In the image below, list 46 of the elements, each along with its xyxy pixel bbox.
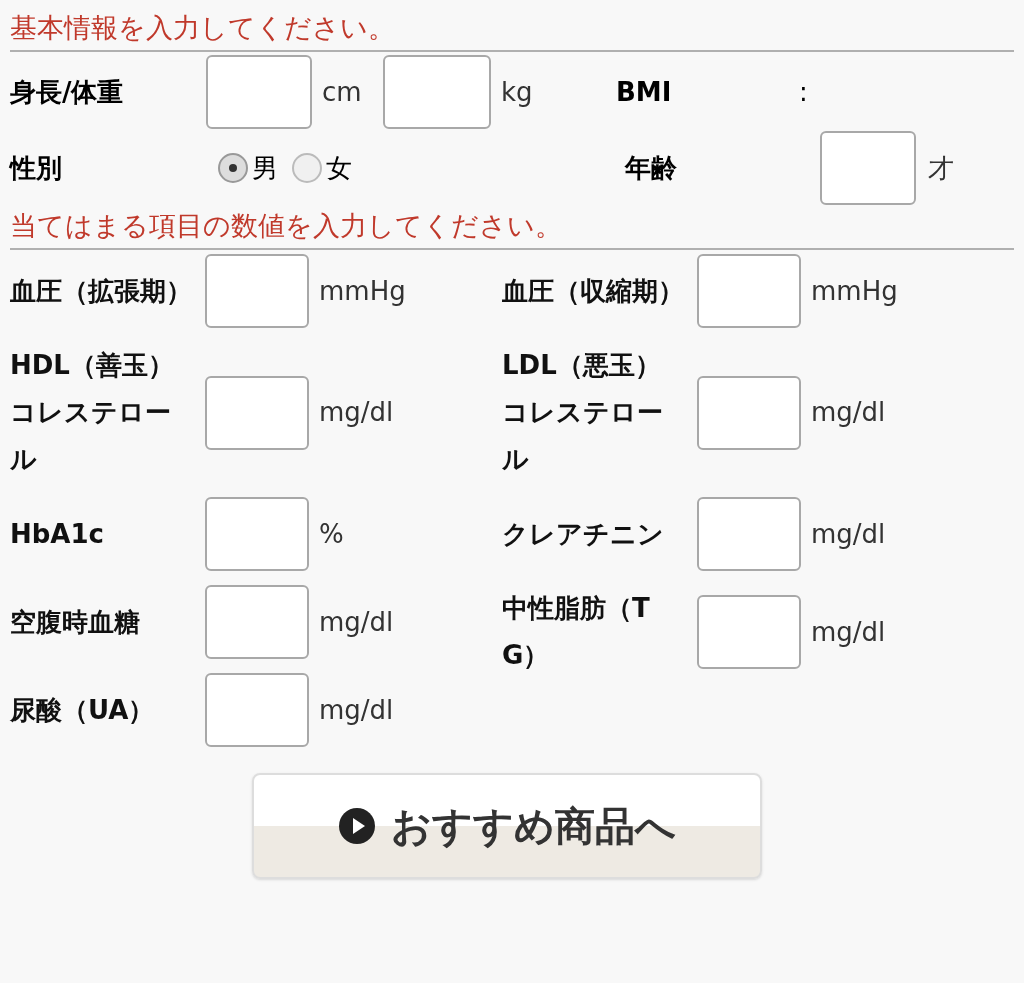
- unit-label: 才: [928, 151, 954, 185]
- input-field[interactable]: [206, 55, 312, 129]
- unit-label: mg/dl: [811, 615, 886, 649]
- field-label: 空腹時血糖: [10, 605, 141, 639]
- unit-label: mg/dl: [319, 396, 394, 429]
- field-label: 年齢: [625, 151, 678, 185]
- field-label: 血圧（拡張期）: [10, 274, 193, 308]
- field-label: LDL（悪玉）コレステロール: [502, 349, 664, 476]
- input-field[interactable]: [697, 497, 801, 571]
- unit-label: kg: [501, 75, 534, 109]
- input-field[interactable]: [205, 585, 309, 659]
- field-label: BMI: [616, 75, 673, 109]
- field-label: 性別: [10, 151, 63, 185]
- unit-label: %: [319, 517, 344, 551]
- unit-label: mmHg: [811, 274, 898, 308]
- field-label: 血圧（収縮期）: [502, 274, 685, 308]
- input-field[interactable]: [697, 254, 801, 328]
- input-field[interactable]: [205, 254, 309, 328]
- radio-button[interactable]: [292, 153, 322, 183]
- radio-option[interactable]: 女: [292, 148, 352, 188]
- input-field[interactable]: [205, 673, 309, 747]
- unit-label: mg/dl: [319, 693, 394, 727]
- input-field[interactable]: [205, 375, 309, 450]
- unit-label: mg/dl: [811, 396, 886, 429]
- bmi-value: :: [799, 75, 808, 109]
- unit-label: mg/dl: [319, 605, 394, 639]
- input-field[interactable]: [820, 131, 916, 205]
- section-heading: 基本情報を入力してください。: [10, 12, 395, 43]
- unit-label: mmHg: [319, 274, 406, 308]
- radio-option[interactable]: 男: [218, 148, 278, 188]
- input-field[interactable]: [697, 595, 801, 669]
- input-field[interactable]: [205, 497, 309, 571]
- input-field[interactable]: [697, 375, 801, 450]
- unit-label: mg/dl: [811, 517, 886, 551]
- radio-button[interactable]: [218, 153, 248, 183]
- section-heading: 当てはまる項目の数値を入力してください。: [10, 210, 562, 241]
- field-label: 尿酸（UA）: [10, 693, 156, 727]
- play-icon: [338, 808, 375, 844]
- field-label: HbA1c: [10, 517, 105, 551]
- field-label: 身長/体重: [10, 75, 125, 109]
- field-label: クレアチニン: [502, 517, 665, 551]
- submit-button[interactable]: おすすめ商品へ: [252, 773, 762, 879]
- field-label: 中性脂肪（TG）: [502, 592, 651, 672]
- field-label: HDL（善玉）コレステロール: [10, 349, 175, 476]
- unit-label: cm: [322, 75, 363, 109]
- input-field[interactable]: [383, 55, 491, 129]
